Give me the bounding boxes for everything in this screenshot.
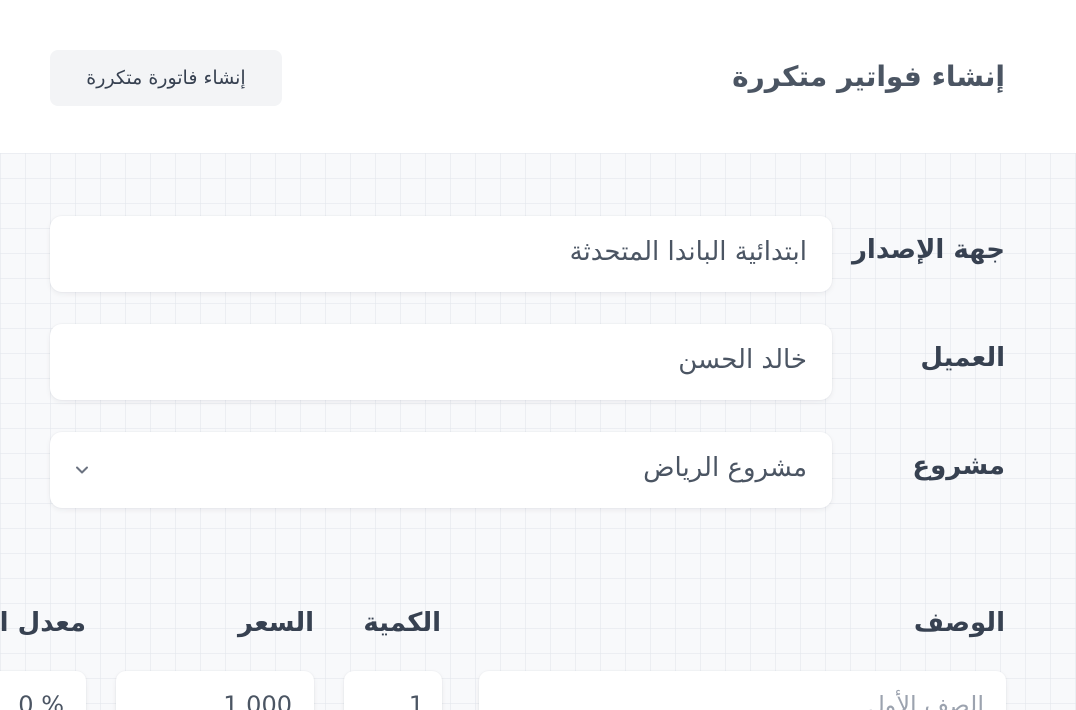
row-description-input[interactable]: الصف الأول [479,671,1006,710]
issuer-value: ابتدائية الباندا المتحدثة [569,237,807,267]
create-recurring-invoice-button[interactable]: إنشاء فاتورة متكررة [50,50,282,106]
column-header-tax-rate: معدل ال [0,608,86,638]
chevron-down-icon [76,466,88,474]
row-price-input[interactable]: 1,000 [116,671,314,710]
row-price-value: 1,000 [223,691,292,710]
row-tax-rate-input[interactable]: 0 % [0,671,86,710]
column-header-description: الوصف [913,608,1005,638]
row-description-placeholder: الصف الأول [867,691,984,710]
row-quantity-value: 1 [408,691,424,710]
project-select[interactable]: مشروع الرياض [50,432,832,508]
column-header-quantity: الكمية [363,608,441,638]
issuer-field[interactable]: ابتدائية الباندا المتحدثة [50,216,832,292]
project-label: مشروع [912,451,1005,481]
row-tax-rate-value: 0 % [18,691,64,710]
project-value: مشروع الرياض [643,453,807,483]
client-label: العميل [920,343,1005,373]
column-header-price: السعر [238,608,314,638]
client-field[interactable]: خالد الحسن [50,324,832,400]
row-quantity-input[interactable]: 1 [344,671,442,710]
client-value: خالد الحسن [678,345,807,375]
page-header: إنشاء فواتير متكررة إنشاء فاتورة متكررة [0,0,1076,153]
page-title: إنشاء فواتير متكررة [732,60,1005,93]
recurring-invoice-window: إنشاء فواتير متكررة إنشاء فاتورة متكررة … [0,0,1076,710]
issuer-label: جهة الإصدار [851,235,1005,265]
